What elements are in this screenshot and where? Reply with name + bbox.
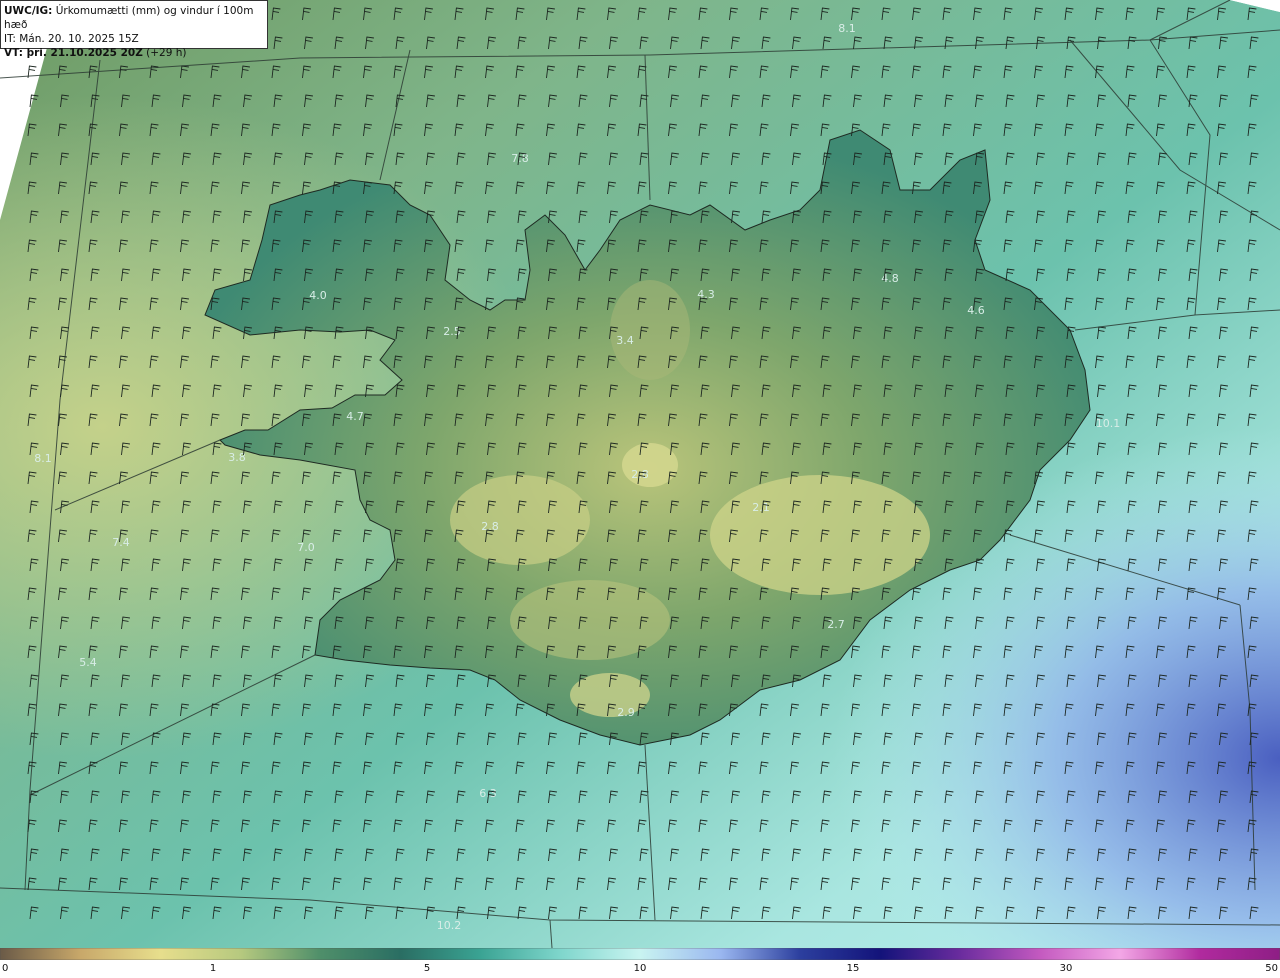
- map-header: UWC/IG: Úrkomumætti (mm) og vindur í 100…: [0, 0, 268, 59]
- colorbar-ticks: 0 1 5 10 15 30 50: [0, 960, 1280, 978]
- precipitation-map[interactable]: 8.1 7.8 4.0 2.5 3.4 4.3 4.8 4.6 10.1 8.1 3.8 4.7 7.4…: [0, 0, 1280, 948]
- precip-value-label: 2.8: [631, 468, 649, 481]
- header-title-line: UWC/IG: Úrkomumætti (mm) og vindur í 100…: [4, 4, 264, 32]
- precip-value-label: 10.1: [1096, 417, 1121, 430]
- precip-value-label: 4.6: [967, 304, 985, 317]
- precip-value-label: 8.1: [34, 452, 52, 465]
- precip-value-label: 4.7: [346, 410, 364, 423]
- precip-value-label: 2.8: [481, 520, 499, 533]
- colorbar-tick-label: 1: [209, 963, 217, 974]
- valid-time: VT: þri. 21.10.2025 20Z: [4, 47, 143, 59]
- precip-value-label: 4.0: [309, 289, 327, 302]
- colorbar-tick-label: 10: [633, 963, 647, 974]
- valid-time-line: VT: þri. 21.10.2025 20Z (+29 h): [4, 46, 264, 60]
- precip-value-label: 7.0: [297, 541, 315, 554]
- highland-area-vatnajokull: [710, 475, 930, 595]
- colorbar-legend: 0 1 5 10 15 30 50: [0, 948, 1280, 978]
- precip-value-label: 3.4: [616, 334, 634, 347]
- precip-value-label: 10.2: [437, 919, 462, 932]
- colorbar-tick-label: 30: [1059, 963, 1073, 974]
- precip-value-label: 2.9: [617, 706, 635, 719]
- precip-value-label: 7.4: [112, 536, 130, 549]
- precip-value-label: 2.7: [827, 618, 845, 631]
- highland-area-south: [450, 475, 590, 565]
- colorbar-tick-label: 0: [2, 963, 9, 974]
- precip-value-label: 3.8: [228, 451, 246, 464]
- colorbar: [0, 948, 1280, 960]
- precip-value-label: 8.1: [838, 22, 856, 35]
- precip-value-label: 2.1: [752, 501, 770, 514]
- colorbar-tick-label: 15: [846, 963, 860, 974]
- lead-time: (+29 h): [142, 47, 187, 59]
- colorbar-tick-label: 50: [1265, 963, 1278, 974]
- precip-value-label: 5.4: [79, 656, 97, 669]
- colorbar-tick-label: 5: [423, 963, 431, 974]
- model-name: UWC/IG:: [4, 5, 53, 17]
- issue-time: IT: Mán. 20. 10. 2025 15Z: [4, 33, 139, 45]
